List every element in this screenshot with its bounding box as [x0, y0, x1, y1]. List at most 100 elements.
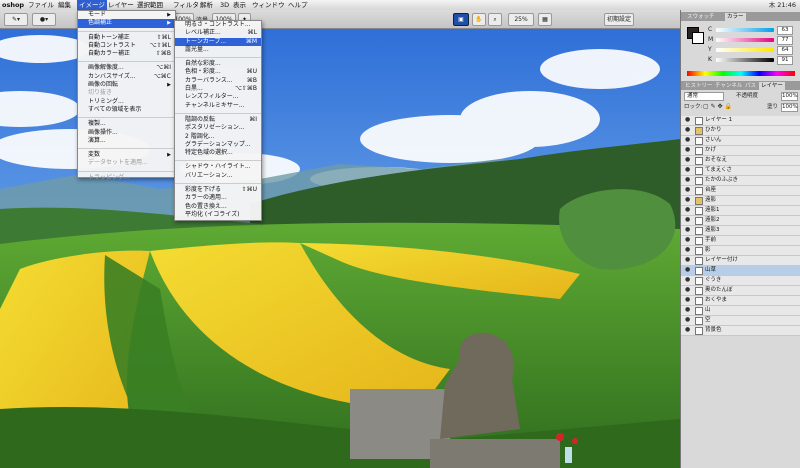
visibility-eye-icon[interactable]: ● — [685, 287, 691, 293]
app-menu[interactable]: oshop — [2, 1, 24, 9]
visibility-eye-icon[interactable]: ● — [685, 167, 691, 173]
workspace-switcher[interactable]: 初期設定 — [604, 13, 634, 26]
adjust-menu-item-9[interactable]: レンズフィルター... — [175, 93, 261, 101]
visibility-eye-icon[interactable]: ● — [685, 227, 691, 233]
layer-row[interactable]: ● レイヤー付け — [681, 256, 800, 266]
channel-slider[interactable] — [716, 48, 774, 52]
layer-row[interactable]: ● ひかり — [681, 126, 800, 136]
layer-row[interactable]: ● おそなえ — [681, 156, 800, 166]
layer-row[interactable]: ● かげ — [681, 146, 800, 156]
layer-row[interactable]: ● さいん — [681, 136, 800, 146]
channel-value-field[interactable]: 63 — [777, 26, 793, 35]
visibility-eye-icon[interactable]: ● — [685, 327, 691, 333]
channel-value-field[interactable]: 64 — [777, 46, 793, 55]
layer-row[interactable]: ● レイヤー 1 — [681, 116, 800, 126]
layer-row[interactable]: ● たかのふぶき — [681, 176, 800, 186]
visibility-eye-icon[interactable]: ● — [685, 257, 691, 263]
menu-edit[interactable]: 編集 — [58, 1, 71, 9]
adjust-menu-item-22[interactable]: カラーの適用... — [175, 194, 261, 202]
visibility-eye-icon[interactable]: ● — [685, 197, 691, 203]
image-menu-item-8[interactable]: カンバスサイズ... ⌥⌘C — [78, 73, 175, 81]
tab-color[interactable]: カラー — [725, 13, 746, 21]
image-menu-item-12[interactable]: すべての領域を表示 — [78, 106, 175, 114]
image-menu-item-14[interactable]: 複製... — [78, 120, 175, 128]
layer-row[interactable]: ● 山草 — [681, 266, 800, 276]
channel-slider[interactable] — [716, 58, 774, 62]
visibility-eye-icon[interactable]: ● — [685, 237, 691, 243]
color-ramp[interactable] — [687, 71, 795, 76]
image-menu-item-11[interactable]: トリミング... — [78, 98, 175, 106]
channel-slider[interactable] — [716, 28, 774, 32]
tab-swatches[interactable]: スウォッチ — [685, 13, 717, 21]
layer-row[interactable]: ● 背景色 — [681, 326, 800, 336]
adjust-menu-item-1[interactable]: レベル補正... ⌘L — [175, 29, 261, 37]
visibility-eye-icon[interactable]: ● — [685, 297, 691, 303]
menu-analysis[interactable]: 解析 — [200, 1, 213, 9]
menu-view[interactable]: 表示 — [233, 1, 246, 9]
visibility-eye-icon[interactable]: ● — [685, 137, 691, 143]
background-swatch[interactable] — [692, 32, 704, 44]
adjust-menu-item-24[interactable]: 平均化 (イコライズ) — [175, 211, 261, 219]
layer-row[interactable]: ● 遠影2 — [681, 216, 800, 226]
adjust-menu-item-3[interactable]: 露光量... — [175, 46, 261, 54]
visibility-eye-icon[interactable]: ● — [685, 207, 691, 213]
hand-tool-button[interactable]: ✋ — [472, 13, 486, 26]
blend-mode-select[interactable]: 通常 — [684, 92, 724, 101]
visibility-eye-icon[interactable]: ● — [685, 317, 691, 323]
layer-row[interactable]: ● 空 — [681, 316, 800, 326]
adjust-menu-item-2[interactable]: トーンカーブ... ⌘M — [175, 37, 261, 46]
visibility-eye-icon[interactable]: ● — [685, 217, 691, 223]
visibility-eye-icon[interactable]: ● — [685, 127, 691, 133]
adjust-menu-item-10[interactable]: チャンネルミキサー... — [175, 102, 261, 110]
visibility-eye-icon[interactable]: ● — [685, 187, 691, 193]
adjust-menu-item-18[interactable]: シャドウ・ハイライト... — [175, 163, 261, 171]
visibility-eye-icon[interactable]: ● — [685, 277, 691, 283]
visibility-eye-icon[interactable]: ● — [685, 117, 691, 123]
channel-slider[interactable] — [716, 38, 774, 42]
tab-paths[interactable]: パス — [743, 82, 758, 90]
adjust-menu-item-23[interactable]: 色の置き換え... — [175, 203, 261, 211]
view-zoom-field[interactable]: 25% — [508, 13, 534, 26]
layer-row[interactable]: ● 遠影3 — [681, 226, 800, 236]
layer-row[interactable]: ● 手前 — [681, 236, 800, 246]
visibility-eye-icon[interactable]: ● — [685, 247, 691, 253]
layer-row[interactable]: ● 影 — [681, 246, 800, 256]
tab-history[interactable]: ヒストリー — [683, 82, 715, 90]
visibility-eye-icon[interactable]: ● — [685, 267, 691, 273]
menu-image[interactable]: イメージ — [77, 0, 107, 10]
visibility-eye-icon[interactable]: ● — [685, 157, 691, 163]
channel-value-field[interactable]: 91 — [777, 56, 793, 65]
adjust-menu-item-15[interactable]: グラデーションマップ... — [175, 141, 261, 149]
visibility-eye-icon[interactable]: ● — [685, 147, 691, 153]
image-menu-item-5[interactable]: 自動カラー補正 ⇧⌘B — [78, 50, 175, 58]
layer-row[interactable]: ● 遠影 — [681, 196, 800, 206]
visibility-eye-icon[interactable]: ● — [685, 307, 691, 313]
arrange-docs-button[interactable]: ▦ — [538, 13, 552, 26]
adjust-menu-item-16[interactable]: 特定色域の選択... — [175, 149, 261, 157]
zoom-tool-button[interactable]: ⌕ — [488, 13, 502, 26]
layer-opacity-field[interactable]: 100% — [781, 92, 798, 101]
layer-row[interactable]: ● 山 — [681, 306, 800, 316]
lock-icons[interactable]: ▢ ✎ ✥ 🔒 — [703, 103, 732, 111]
menu-filter[interactable]: フィルタ — [173, 1, 199, 9]
menu-select[interactable]: 選択範囲 — [137, 1, 163, 9]
adjust-menu-item-7[interactable]: カラーバランス... ⌘B — [175, 77, 261, 85]
layer-row[interactable]: ● 遠影1 — [681, 206, 800, 216]
layer-row[interactable]: ● 台座 — [681, 186, 800, 196]
layer-row[interactable]: ● ぐうき — [681, 276, 800, 286]
visibility-eye-icon[interactable]: ● — [685, 177, 691, 183]
tab-layers[interactable]: レイヤー — [759, 82, 785, 90]
brush-preset-picker[interactable]: ✎▾ — [4, 13, 28, 26]
adjust-menu-item-19[interactable]: バリエーション... — [175, 172, 261, 180]
channel-value-field[interactable]: 77 — [777, 36, 793, 45]
layer-fill-field[interactable]: 100% — [781, 103, 798, 112]
image-menu-item-1[interactable]: 色調補正 ▶ — [78, 19, 175, 28]
adjust-menu-item-13[interactable]: ポスタリゼーション... — [175, 124, 261, 132]
menu-3d[interactable]: 3D — [220, 1, 229, 9]
image-menu-item-4[interactable]: 自動コントラスト ⌥⇧⌘L — [78, 42, 175, 50]
image-menu-item-3[interactable]: 自動トーン補正 ⇧⌘L — [78, 34, 175, 42]
brush-options-button[interactable]: ●▾ — [32, 13, 56, 26]
tab-channels[interactable]: チャンネル — [713, 82, 744, 90]
layer-row[interactable]: ● おくやま — [681, 296, 800, 306]
adjust-menu-item-14[interactable]: 2 階調化... — [175, 133, 261, 141]
